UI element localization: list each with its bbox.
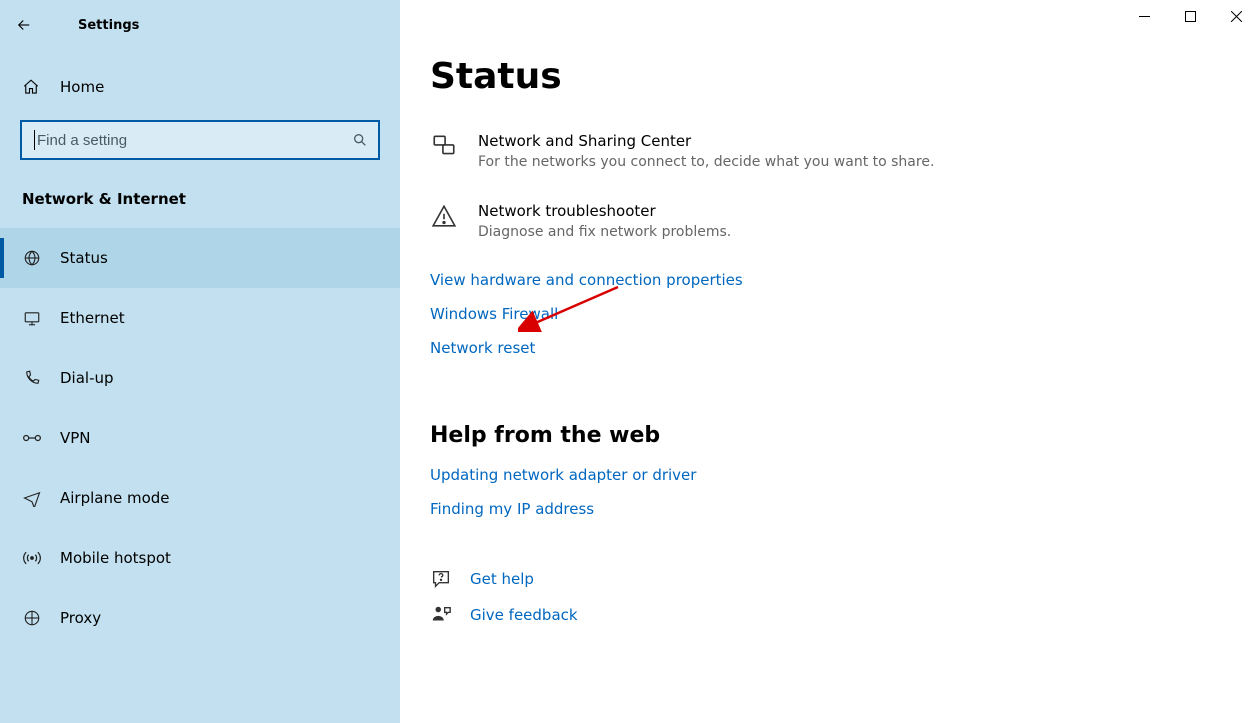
item-title: Network troubleshooter — [478, 201, 731, 222]
sidebar-item-ethernet[interactable]: Ethernet — [0, 288, 400, 348]
sidebar-item-status[interactable]: Status — [0, 228, 400, 288]
home-icon — [22, 78, 42, 96]
nav-list: Status Ethernet Dial-up — [0, 228, 400, 648]
nav-item-label: Dial-up — [60, 369, 114, 387]
globe-icon — [22, 249, 42, 267]
back-arrow-icon — [15, 16, 33, 34]
item-network-sharing-center[interactable]: Network and Sharing Center For the netwo… — [430, 131, 1229, 173]
nav-item-label: Airplane mode — [60, 489, 170, 507]
app-title: Settings — [48, 18, 139, 33]
maximize-button[interactable] — [1167, 0, 1213, 32]
link-network-reset[interactable]: Network reset — [430, 339, 535, 357]
feedback-icon — [430, 604, 452, 626]
close-icon — [1231, 11, 1242, 22]
sidebar-header: Settings — [0, 0, 400, 40]
page-title: Status — [430, 56, 1229, 97]
maximize-icon — [1185, 11, 1196, 22]
sidebar-item-dialup[interactable]: Dial-up — [0, 348, 400, 408]
nav-item-label: Ethernet — [60, 309, 125, 327]
sidebar-item-airplane[interactable]: Airplane mode — [0, 468, 400, 528]
phone-icon — [22, 369, 42, 387]
search-box[interactable] — [20, 120, 380, 160]
minimize-button[interactable] — [1121, 0, 1167, 32]
minimize-icon — [1139, 11, 1150, 22]
search-icon — [352, 132, 368, 148]
link-help-find-ip[interactable]: Finding my IP address — [430, 500, 594, 518]
get-help-icon — [430, 568, 452, 590]
give-feedback-row[interactable]: Give feedback — [430, 604, 1229, 626]
item-network-troubleshooter[interactable]: Network troubleshooter Diagnose and fix … — [430, 201, 1229, 243]
sharing-icon — [430, 131, 458, 173]
sidebar: Settings Home Network & Internet — [0, 0, 400, 723]
hotspot-icon — [22, 549, 42, 567]
get-help-link: Get help — [470, 570, 534, 588]
window-controls — [1121, 0, 1259, 32]
item-subtitle: Diagnose and fix network problems. — [478, 222, 731, 243]
search-input[interactable] — [34, 130, 352, 150]
link-help-update-adapter[interactable]: Updating network adapter or driver — [430, 466, 696, 484]
airplane-icon — [22, 489, 42, 507]
back-button[interactable] — [0, 9, 48, 41]
item-subtitle: For the networks you connect to, decide … — [478, 152, 934, 173]
nav-item-label: Status — [60, 249, 108, 267]
nav-item-label: Proxy — [60, 609, 101, 627]
help-section-title: Help from the web — [430, 423, 1229, 448]
sidebar-item-home[interactable]: Home — [0, 68, 400, 106]
sidebar-item-vpn[interactable]: VPN — [0, 408, 400, 468]
sidebar-item-hotspot[interactable]: Mobile hotspot — [0, 528, 400, 588]
main-content: Status Network and Sharing Center For th… — [400, 0, 1259, 723]
category-label: Network & Internet — [0, 160, 400, 214]
give-feedback-link: Give feedback — [470, 606, 578, 624]
link-view-hardware[interactable]: View hardware and connection properties — [430, 271, 743, 289]
item-title: Network and Sharing Center — [478, 131, 934, 152]
proxy-icon — [22, 609, 42, 627]
sidebar-item-proxy[interactable]: Proxy — [0, 588, 400, 648]
vpn-icon — [22, 431, 42, 445]
search-container — [20, 120, 380, 160]
home-label: Home — [60, 78, 104, 96]
close-button[interactable] — [1213, 0, 1259, 32]
nav-item-label: VPN — [60, 429, 91, 447]
nav-item-label: Mobile hotspot — [60, 549, 171, 567]
get-help-row[interactable]: Get help — [430, 568, 1229, 590]
warning-icon — [430, 201, 458, 243]
monitor-icon — [22, 309, 42, 327]
link-windows-firewall[interactable]: Windows Firewall — [430, 305, 558, 323]
